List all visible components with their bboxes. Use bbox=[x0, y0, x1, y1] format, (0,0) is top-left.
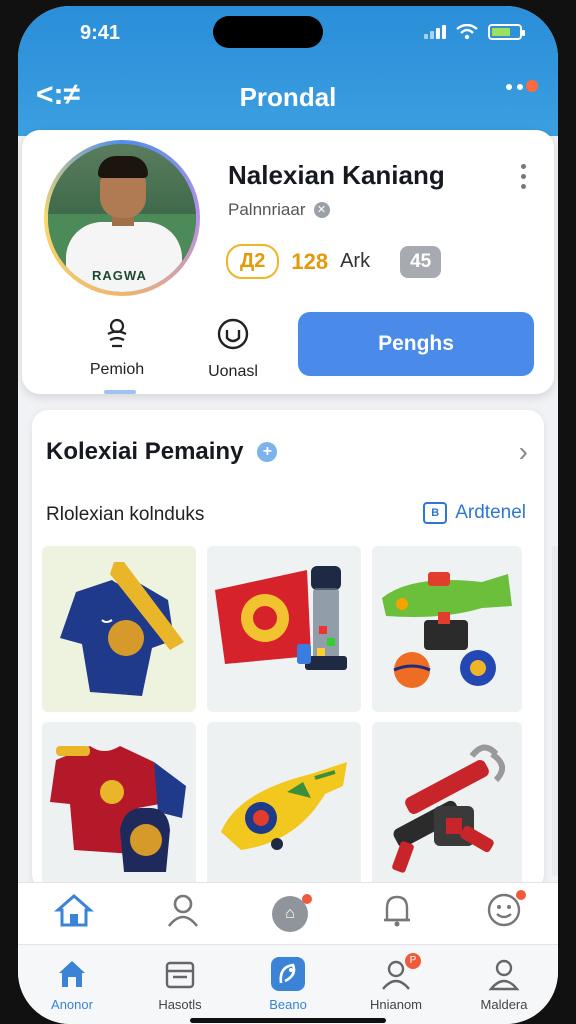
tab-store[interactable]: Hasotls bbox=[130, 945, 230, 1024]
score-unit: Ark bbox=[340, 250, 371, 272]
battery-level bbox=[492, 28, 511, 36]
gallery-icon: B bbox=[423, 502, 448, 524]
status-icons bbox=[424, 24, 525, 40]
player-role: Palnnriaar ✕ bbox=[228, 200, 330, 220]
score-value: 128 bbox=[291, 248, 329, 274]
top-bar: 9:41 <:≠ Prondal bbox=[18, 6, 558, 136]
level-badge: Д2 bbox=[226, 244, 280, 279]
collection-item-jersey-red[interactable] bbox=[42, 722, 196, 888]
collection-item-toy-robot[interactable] bbox=[372, 722, 522, 888]
phone-screen: 9:41 <:≠ Prondal RAGWA Nalexian Kaniang … bbox=[18, 6, 558, 1024]
tab-beano[interactable]: Beano bbox=[238, 945, 338, 1024]
avatar: RAGWA bbox=[48, 144, 196, 292]
avatar-ring[interactable]: RAGWA bbox=[44, 140, 200, 296]
tab-home[interactable]: Anonor bbox=[22, 945, 122, 1024]
collection-item-pennant[interactable] bbox=[207, 546, 361, 712]
collection-title[interactable]: Kolexiai Pemainy + bbox=[46, 438, 278, 466]
store-icon bbox=[163, 957, 197, 991]
user-icon bbox=[487, 957, 521, 991]
action-uonasl[interactable]: Uonasl bbox=[178, 316, 288, 381]
chevron-right-icon[interactable]: › bbox=[519, 436, 528, 468]
shirt-text: RAGWA bbox=[92, 268, 147, 283]
collection-grid bbox=[42, 546, 522, 888]
collection-item-toy-rocket[interactable] bbox=[207, 722, 361, 888]
profile-card: RAGWA Nalexian Kaniang Palnnriaar ✕ Д2 1… bbox=[22, 130, 554, 394]
tag-icon bbox=[271, 957, 305, 991]
shield-badge-icon bbox=[178, 316, 288, 361]
collection-link-text: Ardtenel bbox=[455, 502, 526, 523]
badge-dot bbox=[516, 889, 527, 900]
role-text: Palnnriaar bbox=[228, 200, 306, 219]
add-icon[interactable]: + bbox=[257, 442, 278, 462]
person-icon[interactable] bbox=[165, 892, 201, 936]
rank-badge: 45 bbox=[400, 245, 442, 278]
smiley-icon[interactable] bbox=[486, 889, 527, 936]
notification-badge: P bbox=[405, 953, 421, 969]
person-scribble-icon bbox=[62, 316, 172, 359]
tab-label: Hnianom bbox=[369, 997, 423, 1012]
tab-profile[interactable]: P Hnianom bbox=[346, 945, 446, 1024]
battery-icon bbox=[488, 24, 525, 40]
collection-title-text: Kolexiai Pemainy bbox=[46, 438, 244, 465]
home-indicator bbox=[190, 1018, 386, 1023]
tab-label: Maldera bbox=[480, 997, 528, 1012]
active-tab-indicator bbox=[104, 390, 136, 394]
profile-icon: P bbox=[379, 953, 421, 991]
bell-icon[interactable] bbox=[379, 892, 415, 936]
status-time: 9:41 bbox=[80, 22, 121, 44]
verified-icon: ✕ bbox=[313, 202, 330, 218]
tab-label: Beano bbox=[269, 997, 307, 1012]
next-item-peek bbox=[552, 546, 558, 876]
collection-item-jersey-navy[interactable] bbox=[42, 546, 196, 712]
tab-user[interactable]: Maldera bbox=[454, 945, 554, 1024]
quick-nav-bar: ⌂ bbox=[18, 882, 558, 944]
dynamic-island bbox=[213, 16, 323, 48]
notification-dot bbox=[526, 80, 538, 92]
tab-label: Anonor bbox=[51, 997, 93, 1012]
player-name: Nalexian Kaniang bbox=[228, 160, 445, 190]
message-icon[interactable]: ⌂ bbox=[271, 893, 312, 932]
collection-link[interactable]: B Ardtenel bbox=[423, 502, 526, 524]
collection-subtitle: Rlolexian kolnduks bbox=[46, 504, 205, 525]
action-pemioh[interactable]: Pemioh bbox=[62, 316, 172, 379]
stats-row: Д2 128 Ark 45 bbox=[226, 244, 442, 279]
action-label: Pemioh bbox=[89, 361, 145, 378]
bottom-tab-bar: Anonor Hasotls Beano P Hnianom Maldera bbox=[18, 944, 558, 1024]
wifi-icon bbox=[456, 24, 478, 40]
badge-dot bbox=[301, 893, 312, 904]
follow-button[interactable]: Penghs bbox=[298, 312, 534, 376]
collection-card: Kolexiai Pemainy + › Rlolexian kolnduks … bbox=[32, 410, 544, 890]
page-title: Prondal bbox=[239, 82, 337, 112]
home-icon[interactable] bbox=[53, 892, 94, 936]
signal-icon bbox=[424, 25, 446, 39]
home-icon bbox=[55, 957, 89, 991]
card-menu-button[interactable] bbox=[521, 164, 526, 189]
tab-label: Hasotls bbox=[158, 997, 202, 1012]
action-label: Uonasl bbox=[208, 363, 258, 380]
collection-item-toy-blaster[interactable] bbox=[372, 546, 522, 712]
